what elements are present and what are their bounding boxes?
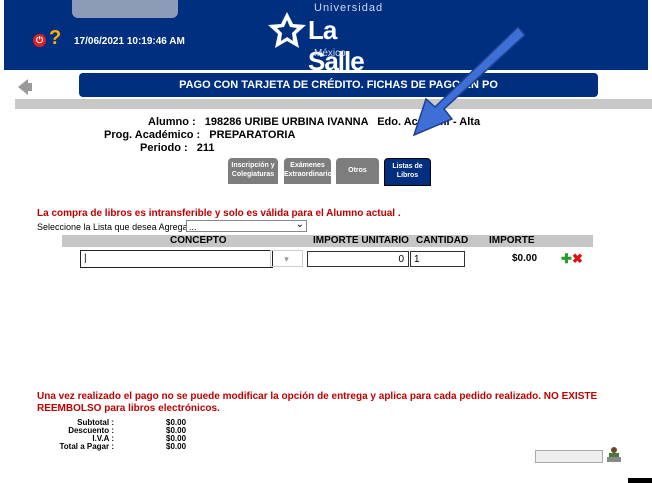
delete-row-icon[interactable]: ✖	[572, 252, 583, 265]
divider-strip	[15, 99, 652, 109]
table-header: CONCEPTO IMPORTE UNITARIO CANTIDAD IMPOR…	[62, 235, 593, 247]
col-importe: IMPORTE	[489, 235, 535, 246]
periodo-row: Periodo : 211	[140, 142, 214, 154]
concepto-input[interactable]: |	[80, 250, 273, 268]
importe-unitario-input[interactable]: 0	[307, 251, 409, 267]
importe-value: $0.00	[512, 253, 538, 264]
tab-listas-libros[interactable]: Listas de Libros	[384, 158, 431, 186]
session-datetime: 17/06/2021 10:19:46 AM	[74, 36, 185, 47]
annotation-arrow-icon	[412, 27, 525, 137]
header-tab-stub	[72, 0, 178, 18]
refund-notice: Una vez realizado el pago no se puede mo…	[37, 391, 598, 414]
add-row-icon[interactable]: ✚	[561, 252, 572, 265]
prog-value: PREPARATORIA	[209, 129, 296, 141]
periodo-label: Periodo :	[140, 142, 188, 154]
totals-block: Subtotal : $0.00 Descuento : $0.00 I.V.A…	[46, 419, 206, 451]
back-arrow-icon[interactable]	[18, 79, 32, 95]
periodo-value: 211	[196, 142, 215, 154]
alumno-row: Alumno : 198286 URIBE URBINA IVANNA Edo.…	[148, 116, 450, 128]
logo-top-text: Universidad	[314, 2, 384, 14]
tab-otros[interactable]: Otros	[336, 158, 379, 184]
programa-row: Prog. Académico : PREPARATORIA	[104, 129, 295, 141]
tab-inscripcion[interactable]: Inscripción y Colegiaturas	[228, 158, 278, 184]
alumno-label: Alumno :	[148, 116, 196, 128]
la-salle-star-icon	[268, 12, 306, 48]
alumno-value: 198286 URIBE URBINA IVANNA	[204, 116, 369, 128]
logo-bottom-text: México	[314, 48, 346, 59]
concepto-dropdown[interactable]: ▾	[270, 250, 303, 267]
total-label: Total a Pagar :	[59, 442, 114, 451]
prog-label: Prog. Académico :	[104, 129, 201, 141]
col-cantidad: CANTIDAD	[416, 235, 469, 246]
list-select-value: ...	[189, 222, 197, 232]
cashier-icon[interactable]	[607, 446, 621, 462]
corner-mark	[628, 478, 652, 483]
chevron-down-icon: ⌄	[295, 219, 304, 230]
cantidad-input[interactable]: 1	[410, 251, 465, 267]
total-value: $0.00	[166, 442, 187, 451]
power-icon[interactable]: ⏻	[33, 34, 46, 47]
col-concepto: CONCEPTO	[170, 235, 227, 246]
tab-examenes[interactable]: Exámenes Extraordinarios	[284, 158, 336, 184]
list-select-label: Seleccione la Lista que desea Agregar:	[37, 222, 194, 232]
totals-row: Total a Pagar : $0.00	[46, 443, 206, 451]
pay-field[interactable]	[535, 450, 603, 463]
help-icon[interactable]: ?	[49, 27, 61, 49]
list-select[interactable]: ... ⌄	[186, 219, 307, 232]
transfer-notice: La compra de libros es intransferible y …	[37, 208, 401, 219]
col-importe-unitario: IMPORTE UNITARIO	[313, 235, 409, 246]
university-logo: Universidad La Salle México	[268, 2, 388, 76]
logo-main-text: La Salle	[308, 15, 365, 76]
